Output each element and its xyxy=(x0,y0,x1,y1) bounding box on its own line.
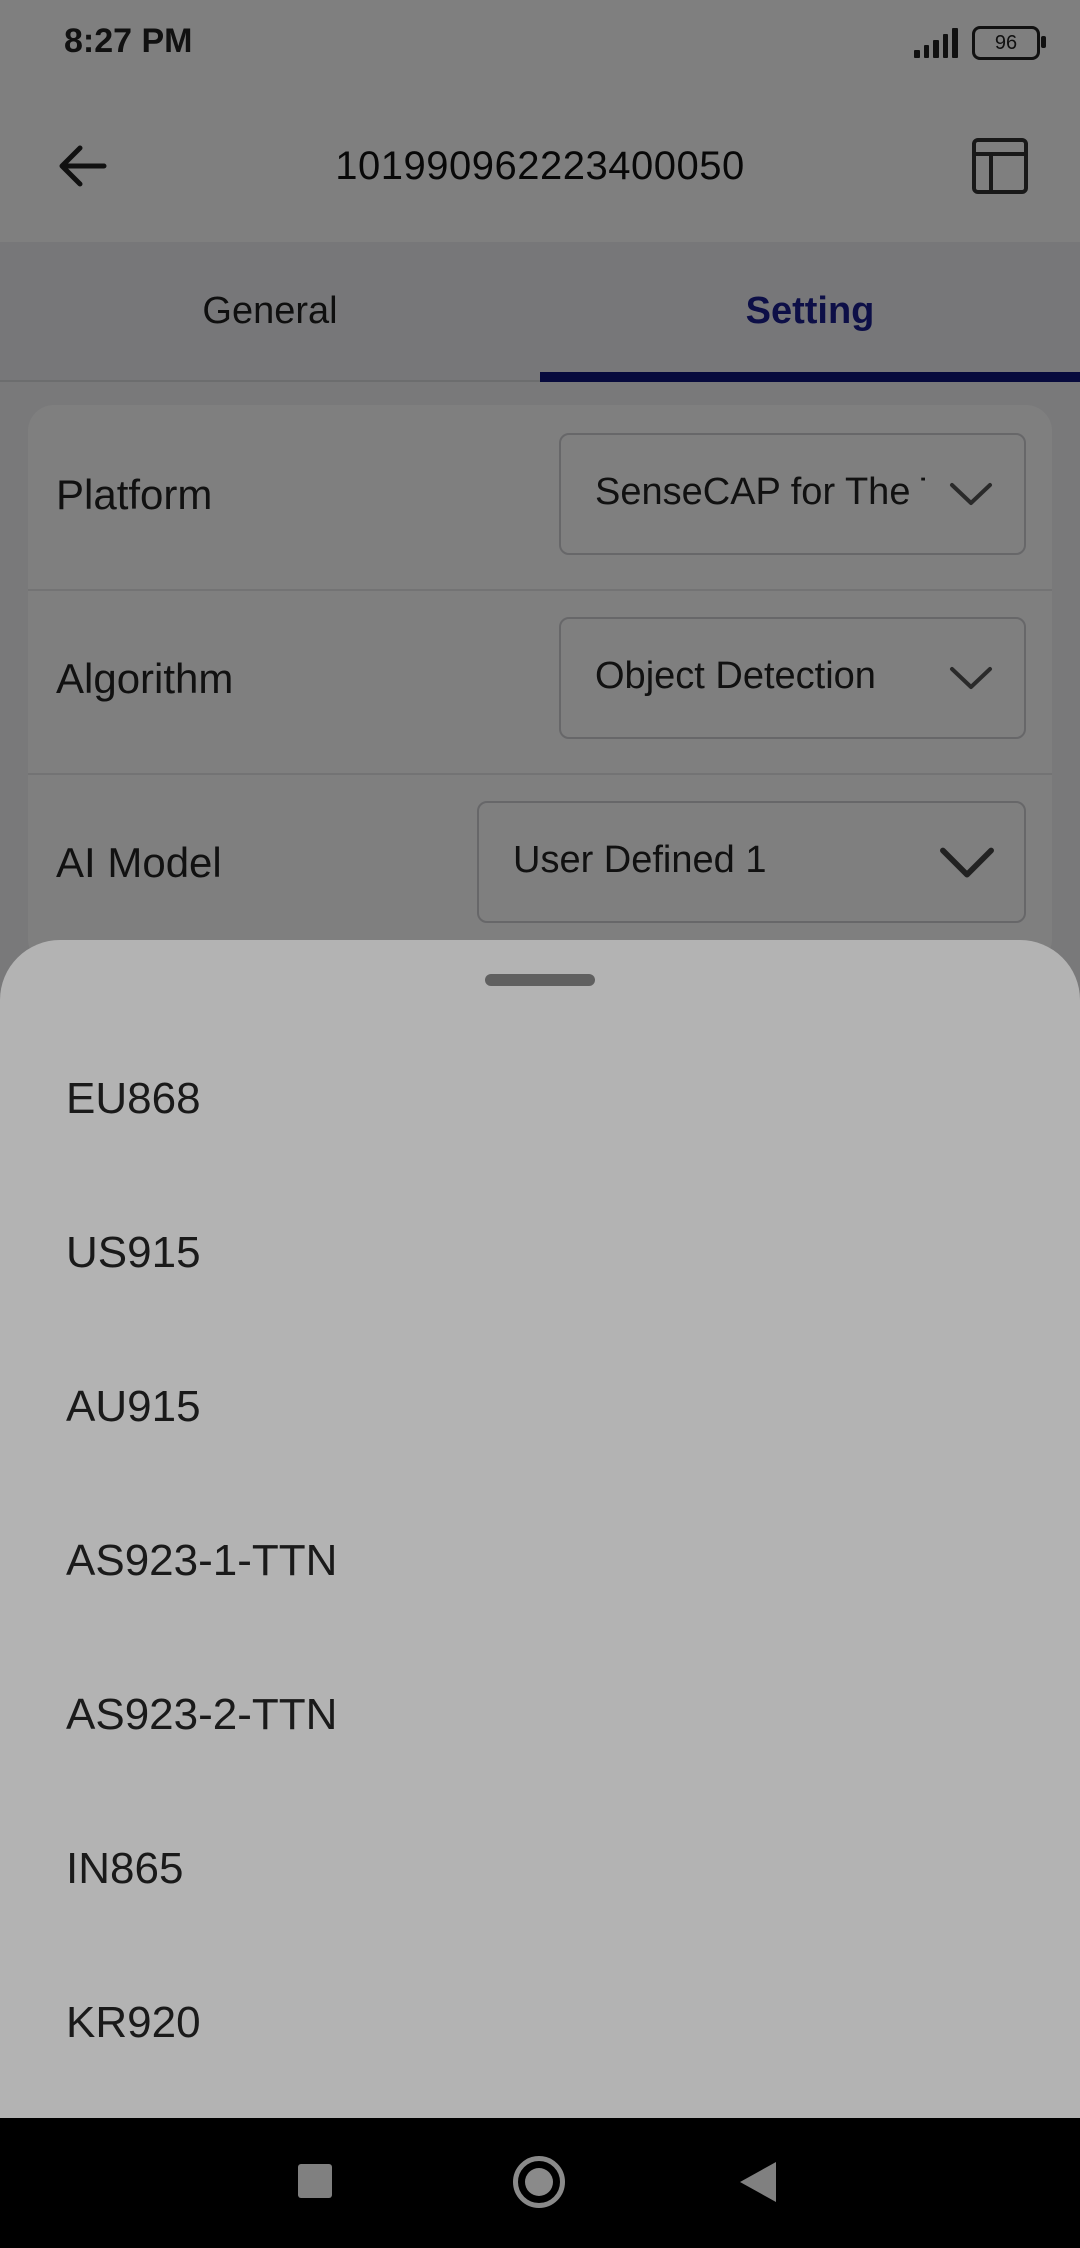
option-item[interactable]: US915 xyxy=(0,1176,1080,1330)
option-item[interactable]: AS923-2-TTN xyxy=(0,1638,1080,1792)
recent-apps-button[interactable] xyxy=(298,2164,332,2198)
option-label: AS923-2-TTN xyxy=(66,1690,338,1739)
sheet-drag-handle[interactable] xyxy=(485,974,595,986)
home-button[interactable] xyxy=(513,2156,565,2208)
option-label: AS923-1-TTN xyxy=(66,1536,338,1585)
system-back-button[interactable] xyxy=(740,2162,776,2202)
option-item[interactable]: EU868 xyxy=(0,1022,1080,1176)
system-nav-bar xyxy=(0,2118,1080,2248)
option-label: IN865 xyxy=(66,1844,184,1893)
option-item[interactable]: KR920 xyxy=(0,1946,1080,2100)
option-item[interactable]: IN865 xyxy=(0,1792,1080,1946)
option-item[interactable]: AS923-1-TTN xyxy=(0,1484,1080,1638)
option-label: KR920 xyxy=(66,1998,201,2047)
option-label: US915 xyxy=(66,1228,201,1277)
option-label: EU868 xyxy=(66,1074,201,1123)
option-label: AU915 xyxy=(66,1382,201,1431)
option-item[interactable]: AU915 xyxy=(0,1330,1080,1484)
frequency-plan-sheet: EU868 US915 AU915 AS923-1-TTN AS923-2-TT… xyxy=(0,940,1080,2120)
